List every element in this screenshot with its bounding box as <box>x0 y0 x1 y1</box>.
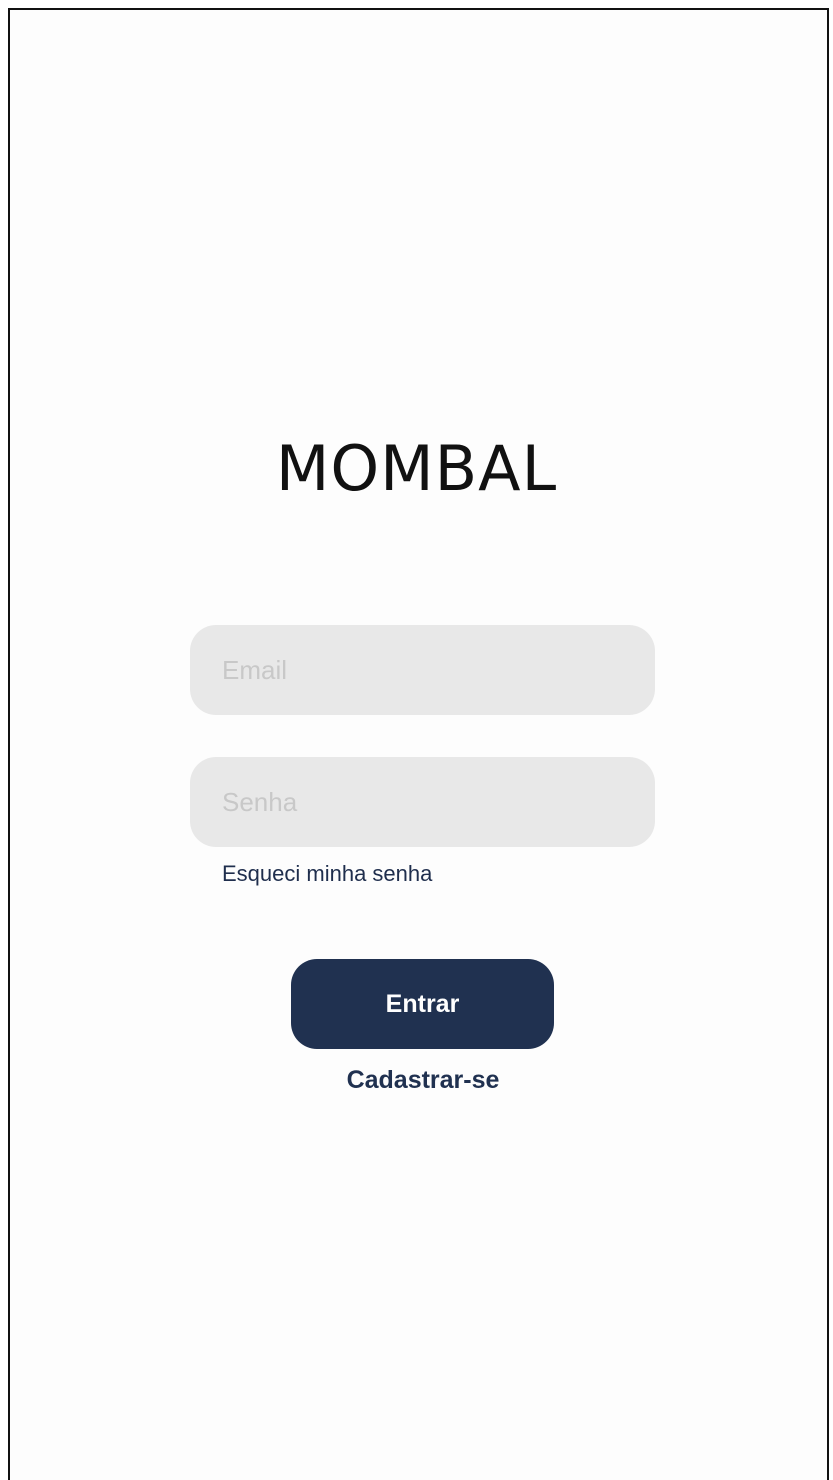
app-screen <box>8 8 829 1480</box>
password-input[interactable] <box>190 757 655 847</box>
forgot-password-link[interactable]: Esqueci minha senha <box>222 861 432 887</box>
login-button[interactable]: Entrar <box>291 959 554 1049</box>
brand-logo: MOMBAL <box>275 432 558 505</box>
signup-link[interactable]: Cadastrar-se <box>0 1066 833 1095</box>
email-input[interactable] <box>190 625 655 715</box>
